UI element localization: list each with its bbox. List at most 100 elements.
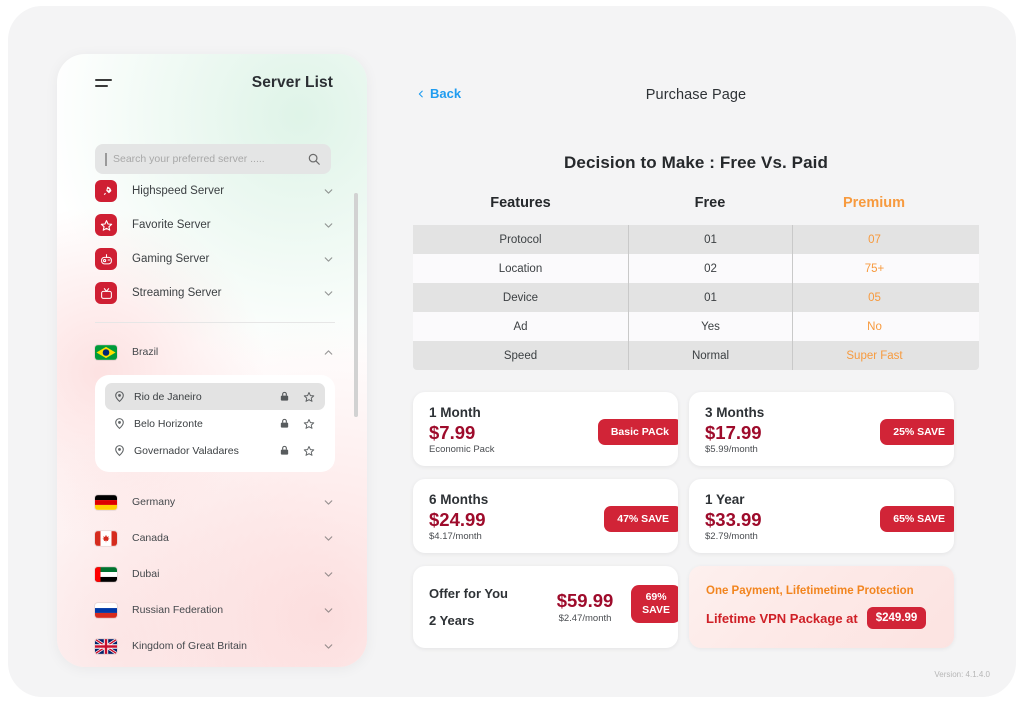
sidebar-item-gaming-server[interactable]: Gaming Server — [95, 242, 335, 276]
sidebar-title: Server List — [251, 74, 333, 91]
sidebar-item-favorite-server[interactable]: Favorite Server — [95, 208, 335, 242]
offer-pricing: $59.99 $2.47/month — [541, 590, 629, 624]
comparison-table: Features Free Premium Protocol 01 07 Loc… — [413, 195, 979, 370]
offer-term: 2 Years — [429, 613, 475, 628]
sidebar-item-highspeed-server[interactable]: Highspeed Server — [95, 174, 335, 208]
country-label: Germany — [132, 496, 176, 508]
server-list-panel: Server List Highspeed Server — [57, 54, 367, 667]
column-header-premium: Premium — [842, 195, 906, 211]
sidebar-item-label: Favorite Server — [132, 219, 211, 231]
offer-headline: Offer for You — [429, 586, 508, 601]
country-item-germany[interactable]: Germany — [95, 484, 335, 520]
plan-term: 1 Year — [705, 492, 745, 507]
cell-premium: 07 — [792, 225, 956, 254]
gaming-icon — [95, 248, 117, 270]
favorite-star-icon[interactable] — [303, 391, 315, 403]
country-label: Brazil — [132, 346, 159, 358]
brazil-flag — [95, 344, 117, 360]
list-item[interactable]: Rio de Janeiro — [105, 383, 325, 410]
plan-term: 6 Months — [429, 492, 489, 507]
list-item[interactable]: Governador Valadares — [105, 437, 325, 464]
section-divider — [95, 322, 335, 323]
sidebar-item-label: Highspeed Server — [132, 185, 225, 197]
lock-icon[interactable] — [279, 418, 290, 429]
chevron-down-icon[interactable] — [322, 185, 335, 198]
offer-text: Offer for You 2 Years — [413, 586, 541, 628]
country-item-dubai[interactable]: Dubai — [95, 556, 335, 592]
chevron-down-icon[interactable] — [322, 532, 335, 545]
chevron-down-icon[interactable] — [322, 640, 335, 653]
plan-term: 3 Months — [705, 405, 765, 420]
cell-premium: 05 — [792, 283, 956, 312]
plan-card-6-months[interactable]: 6 Months $24.99 $4.17/month 47% SAVE — [413, 479, 678, 553]
scrollbar[interactable] — [354, 193, 358, 417]
chevron-down-icon[interactable] — [322, 604, 335, 617]
plan-subtitle: Economic Pack — [429, 444, 495, 456]
chevron-down-icon[interactable] — [322, 568, 335, 581]
plan-card-1-month[interactable]: 1 Month $7.99 Economic Pack Basic PACk — [413, 392, 678, 466]
table-row: Ad Yes No — [413, 312, 979, 341]
country-item-brazil[interactable]: Brazil — [95, 335, 335, 369]
main-header: Back Purchase Page — [400, 66, 992, 110]
back-button[interactable]: Back — [416, 86, 461, 101]
country-label: Canada — [132, 532, 169, 544]
plan-badge[interactable]: Basic PACk — [597, 419, 678, 445]
table-row: Device 01 05 — [413, 283, 979, 312]
favorite-star-icon[interactable] — [303, 445, 315, 457]
lock-icon[interactable] — [279, 391, 290, 402]
sidebar-item-streaming-server[interactable]: Streaming Server — [95, 276, 335, 310]
plan-card-3-months[interactable]: 3 Months $17.99 $5.99/month 25% SAVE — [689, 392, 954, 466]
chevron-down-icon[interactable] — [322, 253, 335, 266]
canada-flag — [95, 530, 117, 546]
location-pin-icon — [115, 418, 124, 430]
chevron-up-icon[interactable] — [322, 346, 335, 359]
chevron-down-icon[interactable] — [322, 219, 335, 232]
tv-icon — [95, 282, 117, 304]
search-icon[interactable] — [307, 152, 321, 166]
favorite-star-icon[interactable] — [303, 418, 315, 430]
table-row: Protocol 01 07 — [413, 225, 979, 254]
cell-free: 02 — [628, 254, 792, 283]
list-item[interactable]: Belo Horizonte — [105, 410, 325, 437]
server-scroll-area[interactable]: Highspeed Server Favorite Server Gaming … — [57, 174, 367, 667]
section-title: Decision to Make : Free Vs. Paid — [564, 153, 828, 172]
country-item-russian-federation[interactable]: Russian Federation — [95, 592, 335, 628]
offer-badge-save: SAVE — [642, 604, 670, 617]
plan-card-1-year[interactable]: 1 Year $33.99 $2.79/month 65% SAVE — [689, 479, 954, 553]
uk-flag — [95, 638, 117, 654]
text-caret — [105, 152, 107, 166]
back-label: Back — [430, 86, 462, 101]
city-label: Governador Valadares — [134, 444, 239, 457]
purchase-page: Back Purchase Page Decision to Make : Fr… — [400, 66, 992, 648]
lifetime-row: Lifetime VPN Package at $249.99 — [706, 607, 954, 629]
hamburger-icon[interactable] — [95, 79, 112, 87]
table-row: Location 02 75+ — [413, 254, 979, 283]
lifetime-package-card[interactable]: One Payment, Lifetimetime Protection Lif… — [689, 566, 954, 648]
chevron-down-icon[interactable] — [322, 287, 335, 300]
search-input[interactable] — [113, 153, 307, 165]
app-window: Server List Highspeed Server — [8, 6, 1016, 697]
plan-subtitle: $4.17/month — [429, 531, 482, 543]
cell-free: Yes — [628, 312, 792, 341]
lifetime-price-badge[interactable]: $249.99 — [866, 607, 927, 629]
uae-flag — [95, 566, 117, 582]
search-bar[interactable] — [95, 144, 331, 174]
cell-free: Normal — [628, 341, 792, 370]
table-header-row: Features Free Premium — [413, 195, 979, 225]
chevron-down-icon[interactable] — [322, 496, 335, 509]
plan-card-grid: 1 Month $7.99 Economic Pack Basic PACk 3… — [413, 392, 979, 648]
country-item-kingdom-of-great-britain[interactable]: Kingdom of Great Britain — [95, 628, 335, 664]
cell-feature: Location — [498, 262, 543, 275]
cell-feature: Device — [502, 291, 539, 304]
cell-premium: Super Fast — [792, 341, 956, 370]
scrollbar-thumb[interactable] — [354, 193, 358, 417]
country-item-canada[interactable]: Canada — [95, 520, 335, 556]
cell-free: 01 — [628, 283, 792, 312]
column-header-features: Features — [490, 195, 551, 211]
plan-badge[interactable]: 47% SAVE — [604, 506, 678, 532]
lock-icon[interactable] — [279, 445, 290, 456]
plan-badge[interactable]: 25% SAVE — [880, 419, 954, 445]
offer-badge[interactable]: 69% SAVE — [631, 585, 678, 624]
plan-badge[interactable]: 65% SAVE — [880, 506, 954, 532]
offer-card-2-years[interactable]: Offer for You 2 Years $59.99 $2.47/month… — [413, 566, 678, 648]
